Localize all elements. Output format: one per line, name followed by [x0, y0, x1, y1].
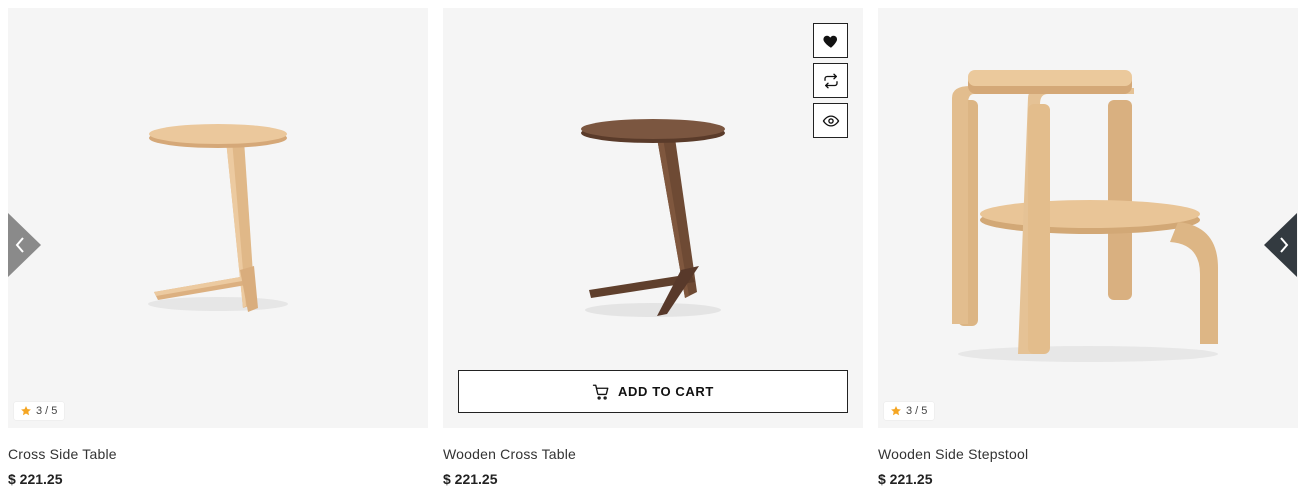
product-card: ADD TO CART Wooden Cross Table $ 221.25: [443, 8, 863, 487]
product-title[interactable]: Wooden Side Stepstool: [878, 446, 1298, 462]
compare-icon: [823, 73, 838, 88]
rating-badge: 3 / 5: [14, 402, 65, 420]
heart-icon: [822, 35, 837, 48]
star-icon: [891, 406, 901, 416]
wishlist-button[interactable]: [813, 23, 848, 58]
product-image: [148, 124, 288, 312]
product-image-area[interactable]: 3 / 5: [8, 8, 428, 428]
cart-icon: [592, 384, 609, 400]
compare-button[interactable]: [813, 63, 848, 98]
rating-value: 3 / 5: [36, 405, 58, 417]
product-price: $ 221.25: [443, 471, 498, 487]
product-actions: [813, 23, 848, 138]
add-to-cart-button[interactable]: ADD TO CART: [458, 370, 848, 413]
chevron-left-icon: [8, 213, 41, 277]
chevron-right-icon: [1264, 213, 1297, 277]
product-image: [581, 119, 725, 317]
product-card: 3 / 5 Wooden Side Stepstool $ 221.25: [878, 8, 1298, 487]
quick-view-button[interactable]: [813, 103, 848, 138]
carousel-prev-button[interactable]: [8, 213, 41, 277]
star-icon: [21, 406, 31, 416]
rating-value: 3 / 5: [906, 405, 928, 417]
product-image: [952, 70, 1218, 362]
product-image-area[interactable]: 3 / 5: [878, 8, 1298, 428]
product-price: $ 221.25: [8, 471, 63, 487]
product-title[interactable]: Cross Side Table: [8, 446, 428, 462]
product-carousel: 3 / 5 Cross Side Table $ 221.25 ADD TO C…: [0, 0, 1305, 502]
carousel-next-button[interactable]: [1264, 213, 1297, 277]
product-image-area[interactable]: ADD TO CART: [443, 8, 863, 428]
product-title[interactable]: Wooden Cross Table: [443, 446, 863, 462]
product-card: 3 / 5 Cross Side Table $ 221.25: [8, 8, 428, 487]
rating-badge: 3 / 5: [884, 402, 935, 420]
product-price: $ 221.25: [878, 471, 933, 487]
eye-icon: [822, 114, 839, 127]
add-to-cart-label: ADD TO CART: [618, 384, 714, 399]
